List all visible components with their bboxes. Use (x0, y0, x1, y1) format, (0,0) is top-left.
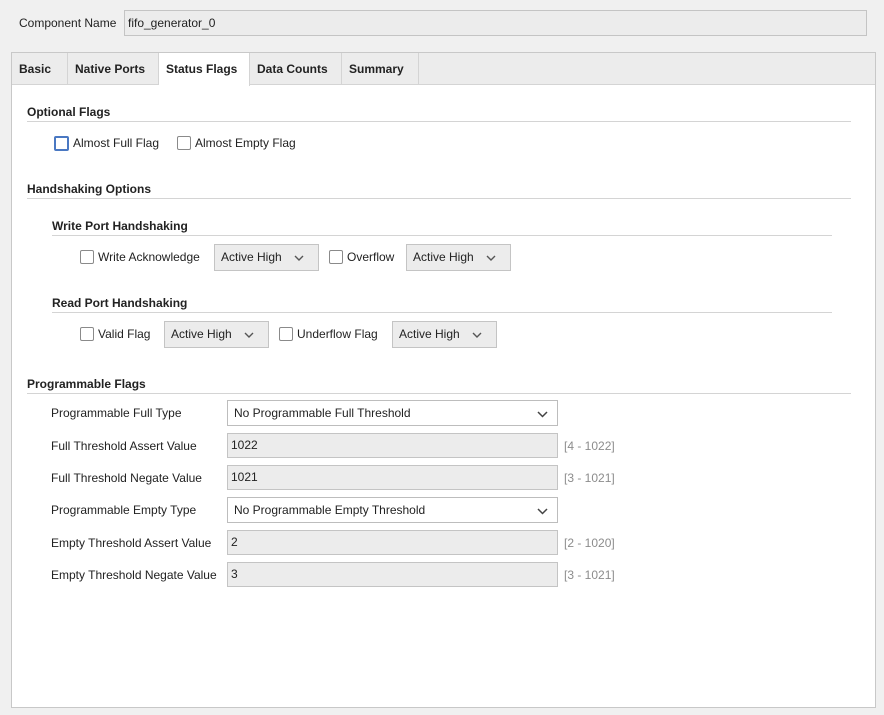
fifo-generator-dialog: Component Name fifo_generator_0 Basic Na… (0, 0, 884, 715)
empty-threshold-negate-field[interactable]: 3 (227, 562, 558, 587)
read-port-separator (52, 312, 832, 313)
component-name-label: Component Name (19, 16, 117, 30)
valid-flag-checkbox[interactable] (80, 327, 94, 341)
almost-full-label: Almost Full Flag (73, 136, 160, 150)
optional-flags-separator (27, 121, 851, 122)
programmable-full-type-value: No Programmable Full Threshold (234, 406, 411, 420)
overflow-polarity-value: Active High (413, 250, 474, 264)
almost-empty-checkbox[interactable] (177, 136, 191, 150)
programmable-flags-separator (27, 393, 851, 394)
underflow-flag-polarity-value: Active High (399, 327, 460, 341)
write-port-heading: Write Port Handshaking (52, 219, 188, 233)
component-name-field[interactable]: fifo_generator_0 (124, 10, 867, 36)
chevron-down-icon (537, 411, 548, 418)
write-acknowledge-polarity-select[interactable]: Active High (214, 244, 319, 271)
programmable-full-type-label: Programmable Full Type (51, 406, 182, 420)
tab-status-flags[interactable]: Status Flags (159, 53, 250, 86)
programmable-empty-type-label: Programmable Empty Type (51, 503, 197, 517)
valid-flag-polarity-select[interactable]: Active High (164, 321, 269, 348)
empty-threshold-assert-label: Empty Threshold Assert Value (51, 536, 212, 550)
full-threshold-assert-range: [4 - 1022] (564, 439, 615, 453)
underflow-flag-polarity-select[interactable]: Active High (392, 321, 497, 348)
programmable-full-type-select[interactable]: No Programmable Full Threshold (227, 400, 558, 426)
underflow-flag-checkbox[interactable] (279, 327, 293, 341)
tab-data-counts[interactable]: Data Counts (250, 53, 342, 85)
empty-threshold-negate-label: Empty Threshold Negate Value (51, 568, 217, 582)
programmable-empty-type-value: No Programmable Empty Threshold (234, 503, 426, 517)
tab-native-ports[interactable]: Native Ports (68, 53, 159, 85)
empty-threshold-assert-range: [2 - 1020] (564, 536, 615, 550)
chevron-down-icon (472, 332, 482, 338)
almost-full-checkbox[interactable] (54, 136, 69, 151)
valid-flag-label: Valid Flag (98, 327, 151, 341)
optional-flags-heading: Optional Flags (27, 105, 111, 119)
empty-threshold-assert-field[interactable]: 2 (227, 530, 558, 555)
programmable-empty-type-select[interactable]: No Programmable Empty Threshold (227, 497, 558, 523)
overflow-polarity-select[interactable]: Active High (406, 244, 511, 271)
full-threshold-assert-field[interactable]: 1022 (227, 433, 558, 458)
chevron-down-icon (486, 255, 496, 261)
read-port-heading: Read Port Handshaking (52, 296, 188, 310)
full-threshold-negate-label: Full Threshold Negate Value (51, 471, 202, 485)
overflow-label: Overflow (347, 250, 395, 264)
almost-empty-label: Almost Empty Flag (195, 136, 296, 150)
tab-basic[interactable]: Basic (12, 53, 68, 85)
tab-bar: Basic Native Ports Status Flags Data Cou… (12, 53, 875, 86)
chevron-down-icon (244, 332, 254, 338)
underflow-flag-label: Underflow Flag (297, 327, 378, 341)
full-threshold-negate-range: [3 - 1021] (564, 471, 615, 485)
overflow-checkbox[interactable] (329, 250, 343, 264)
handshaking-separator (27, 198, 851, 199)
write-acknowledge-label: Write Acknowledge (98, 250, 200, 264)
handshaking-heading: Handshaking Options (27, 182, 152, 196)
empty-threshold-negate-range: [3 - 1021] (564, 568, 615, 582)
tab-summary[interactable]: Summary (342, 53, 419, 85)
chevron-down-icon (294, 255, 304, 261)
full-threshold-assert-label: Full Threshold Assert Value (51, 439, 197, 453)
valid-flag-polarity-value: Active High (171, 327, 232, 341)
write-port-separator (52, 235, 832, 236)
write-acknowledge-checkbox[interactable] (80, 250, 94, 264)
write-acknowledge-polarity-value: Active High (221, 250, 282, 264)
programmable-flags-heading: Programmable Flags (27, 377, 146, 391)
chevron-down-icon (537, 508, 548, 515)
full-threshold-negate-field[interactable]: 1021 (227, 465, 558, 490)
